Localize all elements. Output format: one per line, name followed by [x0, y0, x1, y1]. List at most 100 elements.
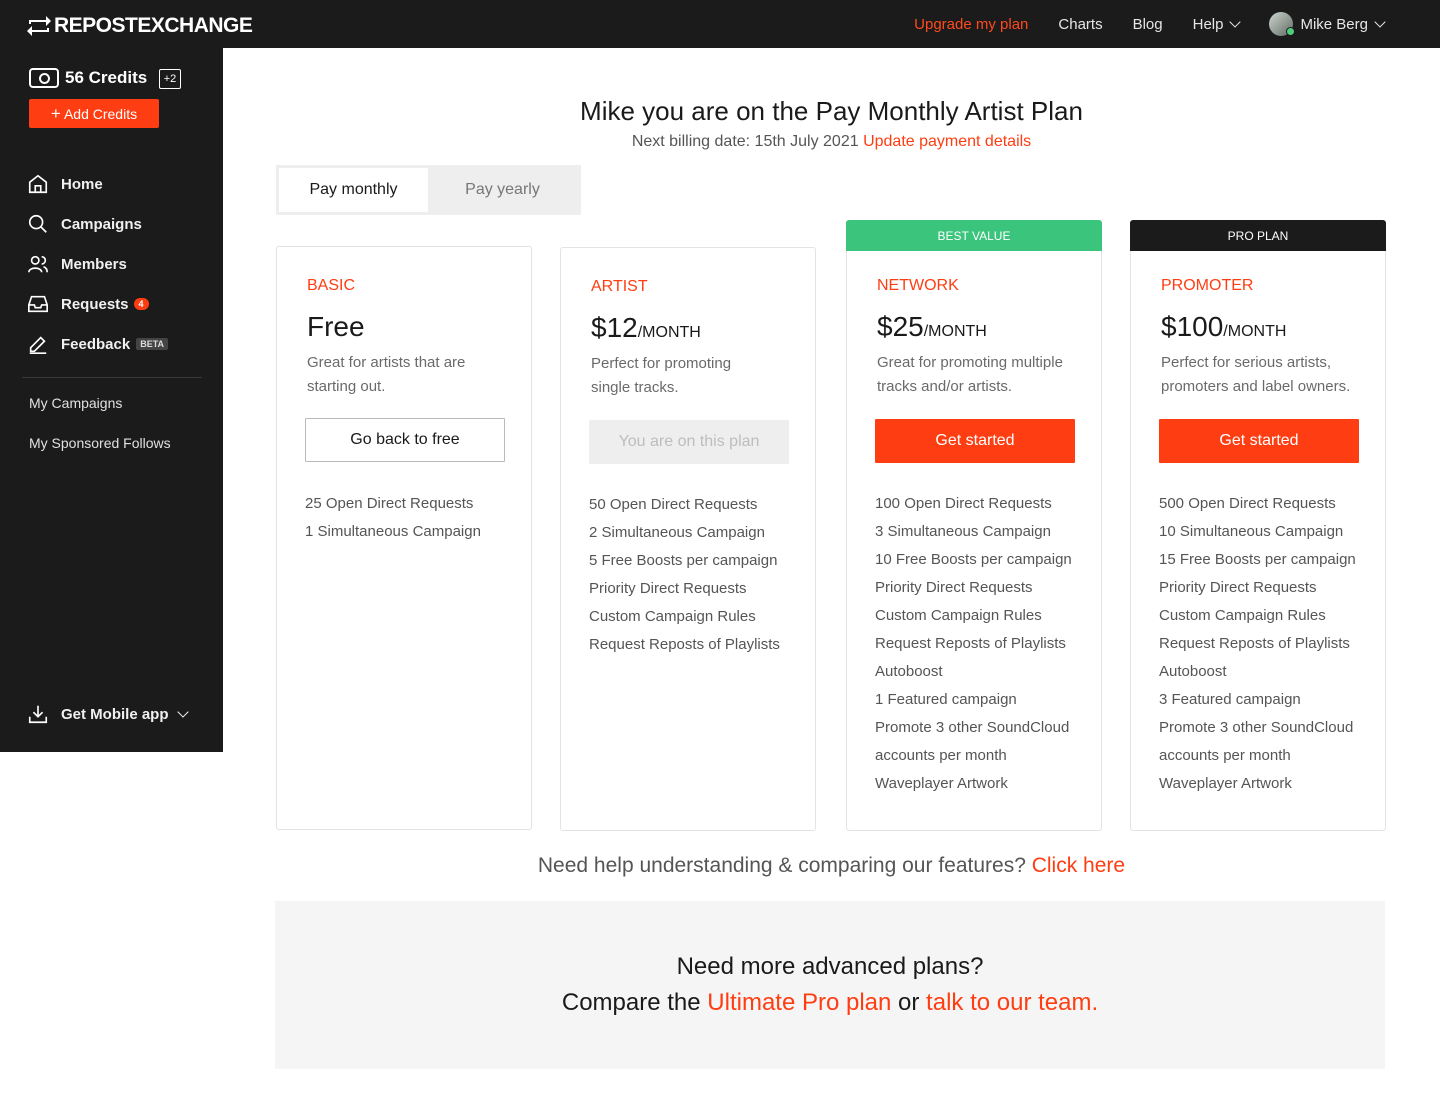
add-credits-label: Add Credits: [63, 105, 138, 122]
feature-item: 2 Simultaneous Campaign: [589, 524, 765, 541]
sidebar-item-requests[interactable]: Requests 4: [27, 284, 168, 324]
feature-list: 25 Open Direct Requests 1 Simultaneous C…: [305, 490, 481, 546]
feature-item: Priority Direct Requests: [875, 579, 1033, 596]
feature-item: Autoboost: [875, 663, 943, 680]
feature-item: Priority Direct Requests: [1159, 579, 1317, 596]
download-icon: [28, 705, 48, 724]
charts-link[interactable]: Charts: [1058, 16, 1102, 33]
plan-card-artist: ARTIST $12/MONTH Perfect for promoting s…: [560, 247, 816, 831]
feature-item: Custom Campaign Rules: [875, 607, 1042, 624]
members-icon: [28, 255, 48, 273]
sidebar-item-members[interactable]: Members: [27, 244, 168, 284]
feature-item: Request Reposts of Playlists: [1159, 635, 1350, 652]
advanced-plans-box: Need more advanced plans? Compare the Ul…: [275, 901, 1385, 1069]
feature-item: Custom Campaign Rules: [589, 608, 756, 625]
billing-date: Next billing date: 15th July 2021: [631, 133, 859, 150]
help-text: Need help understanding & comparing our …: [537, 854, 1026, 877]
feature-list: 100 Open Direct Requests 3 Simultaneous …: [875, 490, 1072, 798]
feature-item: 15 Free Boosts per campaign: [1159, 551, 1356, 568]
plan-card-basic: BASIC Free Great for artists that are st…: [276, 246, 532, 830]
feature-item: Waveplayer Artwork: [875, 775, 1008, 792]
update-payment-link[interactable]: Update payment details: [863, 133, 1031, 150]
user-menu[interactable]: Mike Berg: [1269, 12, 1386, 36]
sidebar-item-my-campaigns[interactable]: My Campaigns: [29, 395, 171, 435]
sidebar-item-label: Requests: [61, 295, 129, 313]
feature-item: 3 Featured campaign: [1159, 691, 1301, 708]
upgrade-plan-link[interactable]: Upgrade my plan: [914, 16, 1028, 33]
advanced-plans-title: Need more advanced plans?: [676, 953, 984, 980]
plan-price: $25/MONTH: [877, 311, 987, 343]
price-amount: $100: [1161, 311, 1224, 342]
sidebar-menu: Home Campaigns Members Requests 4 Feedba…: [27, 164, 169, 364]
avatar: [1269, 12, 1296, 36]
sidebar-item-feedback[interactable]: Feedback BETA: [27, 324, 169, 364]
price-amount: Free: [307, 311, 365, 342]
search-icon: [28, 214, 47, 233]
talk-to-team-link[interactable]: talk to our team.: [926, 989, 1098, 1016]
plan-card-promoter: PROMOTER $100/MONTH Perfect for serious …: [1130, 251, 1386, 831]
get-started-button-promoter[interactable]: Get started: [1159, 419, 1359, 463]
page-title: Mike you are on the Pay Monthly Artist P…: [580, 96, 1083, 126]
feature-list: 500 Open Direct Requests 10 Simultaneous…: [1159, 490, 1356, 798]
add-credits-button[interactable]: + Add Credits: [29, 99, 159, 128]
feature-item: Promote 3 other SoundCloud: [875, 719, 1070, 736]
tab-pay-yearly[interactable]: Pay yearly: [428, 168, 577, 212]
credits-bonus-badge[interactable]: +2: [159, 69, 181, 89]
plan-price: $100/MONTH: [1161, 311, 1286, 343]
feature-item: 10 Free Boosts per campaign: [875, 551, 1072, 568]
feature-item: 3 Simultaneous Campaign: [875, 523, 1051, 540]
plan-price: $12/MONTH: [591, 312, 701, 344]
feature-item: Autoboost: [1159, 663, 1227, 680]
feature-item: Promote 3 other SoundCloud: [1159, 719, 1354, 736]
help-menu[interactable]: Help: [1192, 15, 1242, 33]
home-icon: [28, 174, 48, 194]
credits-count: 56 Credits: [65, 68, 148, 87]
pro-plan-ribbon: PRO PLAN: [1130, 220, 1386, 252]
tab-pay-monthly[interactable]: Pay monthly: [279, 168, 428, 212]
get-mobile-app-label: Get Mobile app: [61, 705, 169, 723]
beta-badge: BETA: [136, 338, 169, 350]
credits-icon: [29, 68, 59, 88]
sidebar-item-label: Feedback: [61, 335, 131, 353]
click-here-link[interactable]: Click here: [1032, 854, 1125, 877]
sidebar-item-my-sponsored-follows[interactable]: My Sponsored Follows: [29, 435, 171, 475]
sidebar-item-home[interactable]: Home: [27, 164, 168, 204]
feature-item: 1 Simultaneous Campaign: [305, 523, 481, 540]
plan-description: Great for promoting multiple tracks and/…: [877, 354, 1063, 395]
ultimate-pro-plan-link[interactable]: Ultimate Pro plan: [707, 989, 891, 1016]
logo-text: REPOSTEXCHANGE: [54, 14, 253, 37]
sidebar-item-campaigns[interactable]: Campaigns: [27, 204, 168, 244]
price-period: /MONTH: [637, 324, 701, 341]
plan-description: Perfect for promoting single tracks.: [591, 355, 732, 396]
price-period: /MONTH: [923, 323, 987, 340]
feature-item: 10 Simultaneous Campaign: [1159, 523, 1344, 540]
advanced-plans-cta: Compare the Ultimate Pro plan or talk to…: [275, 989, 1385, 1017]
plan-description: Great for artists that are starting out.: [307, 354, 466, 395]
feature-item: 100 Open Direct Requests: [875, 495, 1052, 512]
repost-logo-icon: [27, 16, 51, 36]
plan-name: PROMOTER: [1161, 277, 1254, 294]
go-back-to-free-button[interactable]: Go back to free: [305, 418, 505, 462]
sidebar-submenu: My Campaigns My Sponsored Follows: [29, 395, 171, 475]
plan-name: NETWORK: [877, 277, 959, 294]
help-label: Help: [1192, 15, 1224, 33]
get-mobile-app-menu[interactable]: Get Mobile app: [27, 703, 189, 725]
inbox-icon: [28, 295, 48, 313]
logo[interactable]: REPOSTEXCHANGE: [26, 14, 253, 38]
sidebar-item-label: Campaigns: [61, 215, 142, 233]
feature-item: 5 Free Boosts per campaign: [589, 552, 778, 569]
current-plan-button: You are on this plan: [589, 420, 789, 464]
compare-or: or: [898, 989, 920, 1016]
sidebar-item-label: Members: [61, 255, 127, 273]
feature-item: Custom Campaign Rules: [1159, 607, 1326, 624]
credits-display: 56 Credits: [29, 68, 147, 88]
best-value-ribbon: BEST VALUE: [846, 220, 1102, 252]
sidebar: 56 Credits +2 + Add Credits Home Campaig…: [0, 48, 223, 752]
feature-help-line: Need help understanding & comparing our …: [223, 854, 1440, 878]
feature-item: 25 Open Direct Requests: [305, 495, 474, 512]
chevron-down-icon: [1374, 16, 1386, 28]
feature-item: 1 Featured campaign: [875, 691, 1017, 708]
get-started-button-network[interactable]: Get started: [875, 419, 1075, 463]
requests-count-badge: 4: [133, 298, 149, 310]
blog-link[interactable]: Blog: [1133, 16, 1163, 33]
